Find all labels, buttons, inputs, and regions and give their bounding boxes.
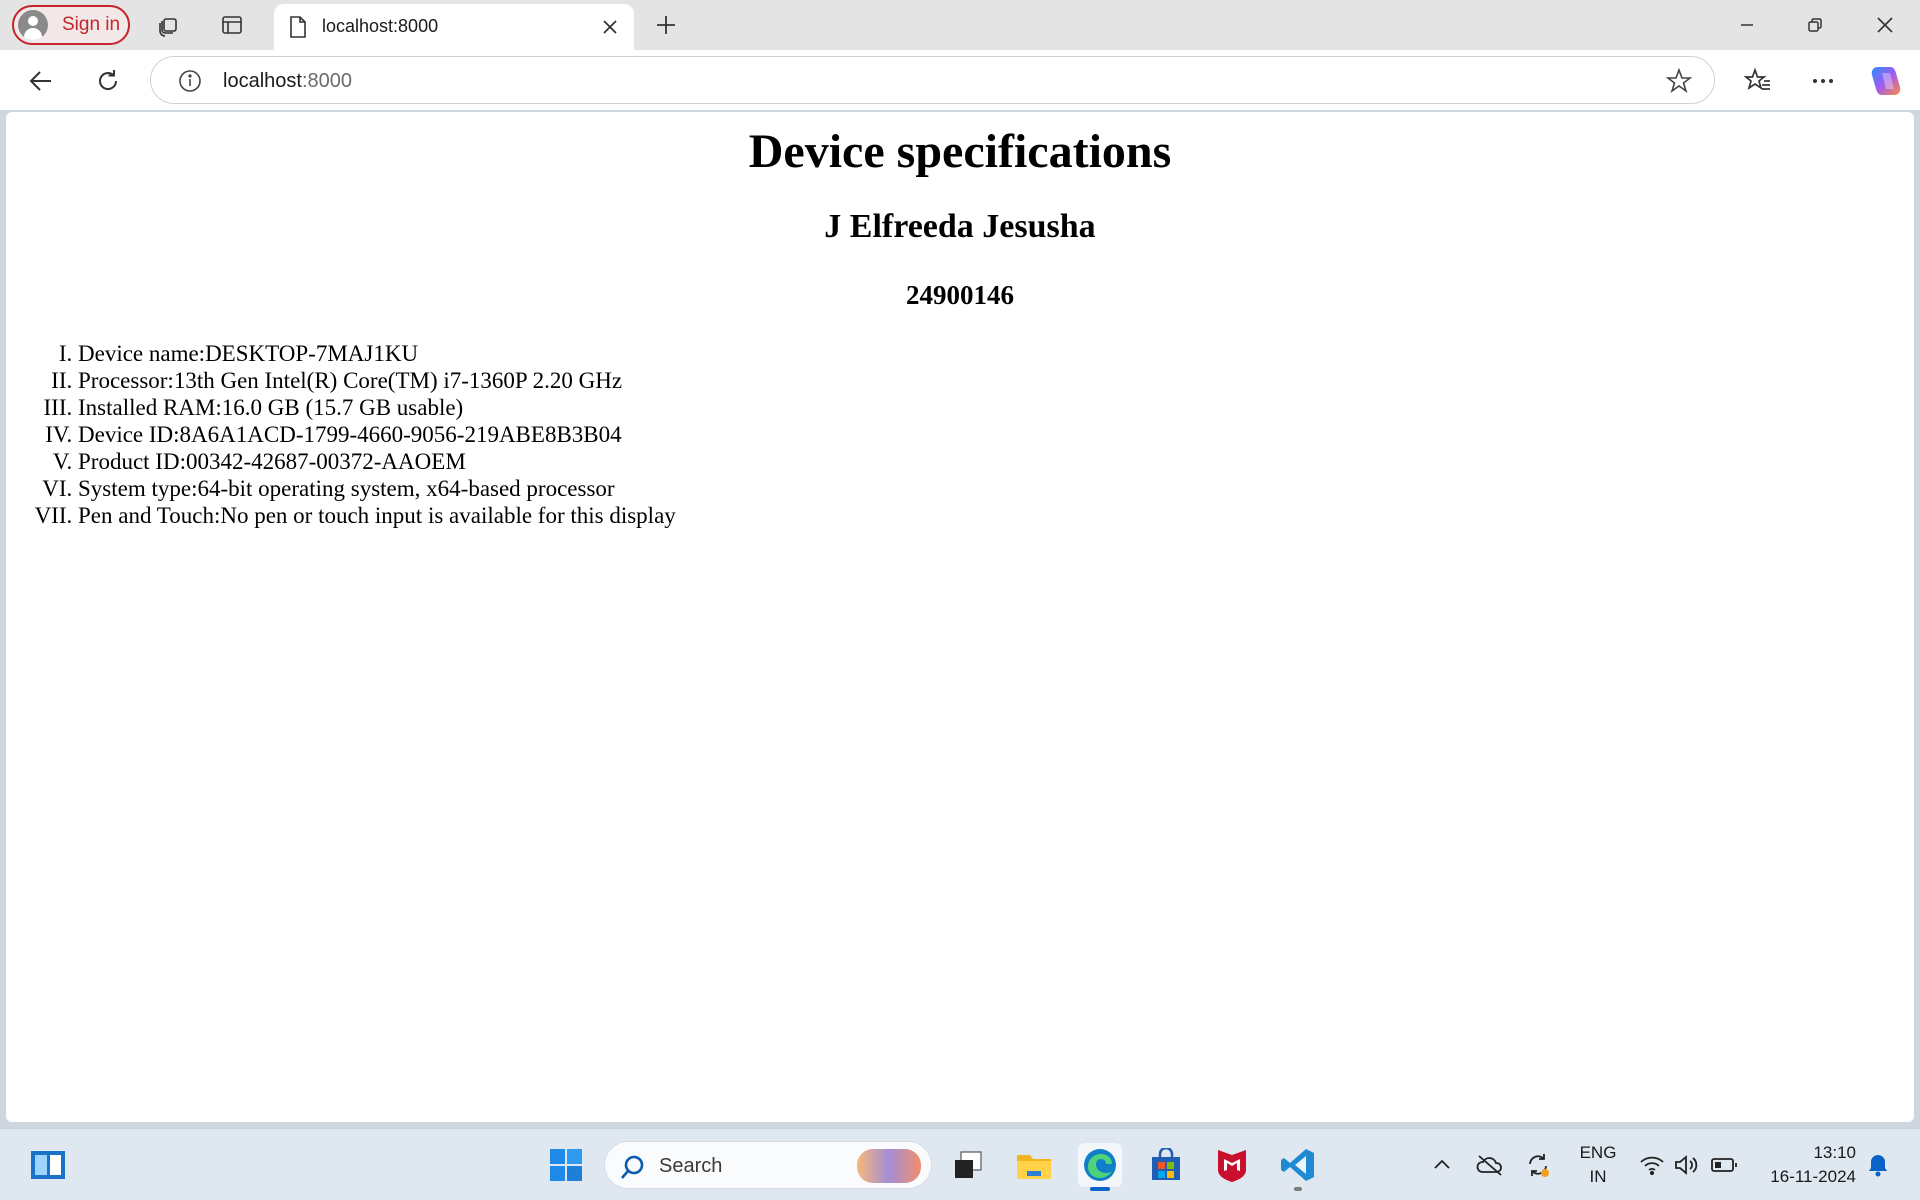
tab-actions-icon[interactable] (217, 10, 247, 40)
refresh-button[interactable] (91, 64, 125, 98)
widgets-icon[interactable] (26, 1143, 70, 1187)
language-region: IN (1589, 1167, 1607, 1186)
page-viewport: Device specifications J Elfreeda Jesusha… (6, 112, 1914, 1122)
taskbar: Search ENG IN 13:10 16-11-2024 (0, 1128, 1920, 1200)
new-tab-button[interactable] (650, 9, 682, 41)
spec-list: Device name:DESKTOP-7MAJ1KU Processor:13… (78, 340, 676, 529)
spec-item-product-id: Product ID:00342-42687-00372-AAOEM (78, 448, 676, 475)
clock-date: 16-11-2024 (1770, 1167, 1856, 1186)
close-tab-icon[interactable] (596, 13, 624, 41)
sync-icon[interactable] (1524, 1151, 1552, 1179)
spec-item-pen-touch: Pen and Touch:No pen or touch input is a… (78, 502, 676, 529)
tab-strip: Sign in localhost:8000 (0, 0, 1920, 50)
language-indicator[interactable]: ENG IN (1576, 1141, 1620, 1189)
start-icon[interactable] (544, 1143, 588, 1187)
minimize-icon (1741, 24, 1753, 26)
more-button[interactable] (1806, 64, 1840, 98)
favorites-button[interactable] (1741, 64, 1775, 98)
copilot-icon[interactable] (1868, 63, 1904, 99)
spec-item-processor: Processor:13th Gen Intel(R) Core(TM) i7-… (78, 367, 676, 394)
file-explorer-icon[interactable] (1012, 1143, 1056, 1187)
onedrive-icon[interactable] (1476, 1151, 1504, 1179)
more-icon (1813, 79, 1833, 83)
sign-in-label: Sign in (62, 14, 121, 35)
mcafee-icon[interactable] (1210, 1143, 1254, 1187)
vscode-icon[interactable] (1276, 1143, 1320, 1191)
page-icon (288, 15, 308, 44)
page-title: Device specifications (748, 125, 1172, 178)
back-button[interactable] (24, 64, 58, 98)
chevron-up-icon[interactable] (1428, 1151, 1456, 1179)
spec-item-device-name: Device name:DESKTOP-7MAJ1KU (78, 340, 676, 367)
notification-bell-icon[interactable] (1864, 1151, 1892, 1179)
terminal-icon[interactable] (946, 1143, 990, 1187)
student-name: J Elfreeda Jesusha (824, 208, 1096, 245)
taskbar-search[interactable]: Search (604, 1141, 932, 1189)
search-placeholder: Search (659, 1155, 723, 1177)
store-icon[interactable] (1144, 1143, 1188, 1187)
info-icon[interactable] (177, 68, 203, 99)
clock-time: 13:10 (1813, 1143, 1856, 1162)
clock[interactable]: 13:10 16-11-2024 (1748, 1141, 1856, 1189)
restore-button[interactable] (1792, 8, 1838, 42)
spec-item-device-id: Device ID:8A6A1ACD-1799-4660-9056-219ABE… (78, 421, 676, 448)
wifi-icon[interactable] (1638, 1151, 1666, 1179)
close-window-button[interactable] (1862, 8, 1908, 42)
back-arrow-icon (29, 71, 51, 91)
sign-in-button[interactable]: Sign in (12, 5, 130, 45)
volume-icon[interactable] (1672, 1151, 1700, 1179)
restore-icon (1808, 18, 1822, 32)
spec-item-system-type: System type:64-bit operating system, x64… (78, 475, 676, 502)
url-port: :8000 (301, 70, 352, 92)
profile-avatar-icon (18, 10, 48, 40)
url-host: localhost (223, 70, 302, 92)
favorites-icon (1744, 67, 1770, 90)
workspaces-icon[interactable] (154, 10, 184, 40)
minimize-button[interactable] (1724, 8, 1770, 42)
tab-localhost[interactable]: localhost:8000 (274, 4, 634, 50)
star-icon[interactable] (1665, 67, 1693, 99)
plus-icon (657, 16, 675, 34)
tab-title: localhost:8000 (322, 16, 439, 36)
search-icon (619, 1153, 647, 1186)
active-app-indicator (1090, 1187, 1110, 1191)
battery-icon[interactable] (1710, 1151, 1738, 1179)
language-code: ENG (1579, 1143, 1617, 1162)
student-id: 24900146 (906, 280, 1014, 310)
spec-item-ram: Installed RAM:16.0 GB (15.7 GB usable) (78, 394, 676, 421)
edge-icon[interactable] (1078, 1143, 1122, 1191)
search-highlight-art (857, 1149, 921, 1183)
address-bar[interactable]: localhost:8000 (150, 56, 1715, 104)
running-app-indicator (1294, 1187, 1302, 1191)
refresh-icon (99, 70, 118, 90)
address-url: localhost:8000 (223, 70, 352, 93)
browser-toolbar: localhost:8000 (0, 50, 1920, 110)
close-icon (1877, 17, 1893, 33)
